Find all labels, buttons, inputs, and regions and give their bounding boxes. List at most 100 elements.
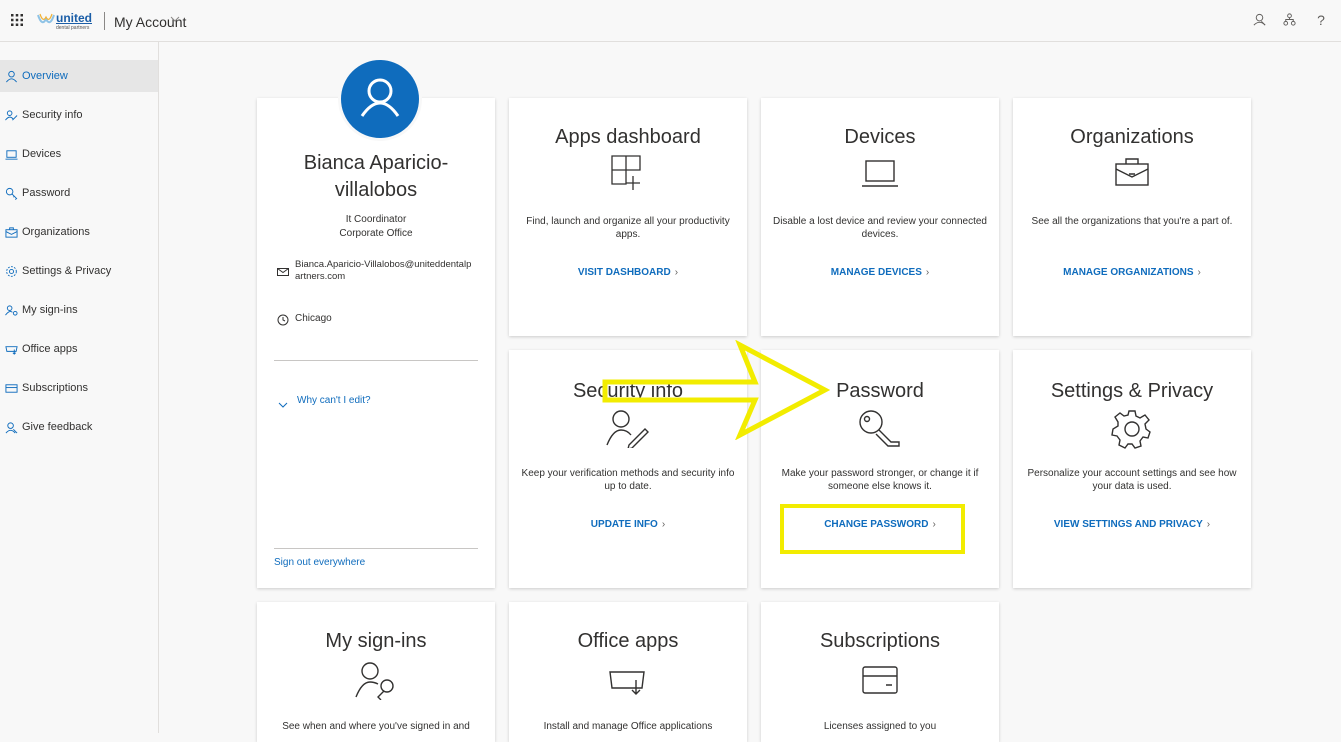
visit-dashboard-link[interactable]: VISIT DASHBOARD ›	[509, 267, 747, 278]
sidebar-item-label: My sign-ins	[22, 304, 78, 316]
person-icon	[4, 69, 18, 83]
card-title: Organizations	[1070, 126, 1194, 148]
location-icon	[277, 313, 289, 331]
feedback-icon[interactable]	[1251, 12, 1267, 28]
sidebar-item-organizations[interactable]: Organizations	[0, 216, 158, 248]
chevron-right-icon: ›	[1197, 267, 1201, 278]
sidebar-item-label: Security info	[22, 109, 83, 121]
annotation-arrow	[602, 340, 830, 440]
briefcase-icon	[4, 225, 18, 239]
signins-icon	[4, 303, 18, 317]
divider	[274, 360, 478, 361]
my-signins-card[interactable]: My sign-ins See when and where you've si…	[257, 602, 495, 742]
card-title: Office apps	[577, 630, 679, 652]
sidebar-item-give-feedback[interactable]: Give feedback	[0, 411, 158, 443]
subscriptions-icon	[4, 381, 18, 395]
key-icon	[4, 186, 18, 200]
card-title: My sign-ins	[325, 630, 427, 652]
gear-icon	[1111, 408, 1153, 455]
link-label: MANAGE DEVICES	[830, 267, 922, 278]
header-divider	[104, 12, 105, 30]
sidebar-item-overview[interactable]: Overview	[0, 60, 158, 92]
signins-icon	[354, 660, 398, 705]
laptop-icon	[4, 147, 18, 161]
sidebar-item-label: Devices	[22, 148, 62, 160]
profile-email: Bianca.Aparicio-Villalobos@uniteddentalp…	[295, 259, 472, 282]
profile-city: Chicago	[295, 313, 332, 324]
link-label: MANAGE ORGANIZATIONS	[1063, 267, 1194, 278]
security-info-icon	[4, 108, 18, 122]
laptop-icon	[860, 158, 900, 195]
card-title: Apps dashboard	[555, 126, 701, 148]
help-icon[interactable]: ?	[1313, 12, 1329, 28]
why-cant-edit-link[interactable]: Why can't I edit?	[297, 395, 371, 406]
chevron-right-icon: ›	[674, 267, 679, 278]
card-description: See all the organizations that you're a …	[1031, 216, 1233, 227]
subscriptions-icon	[860, 664, 900, 701]
link-label: VIEW SETTINGS AND PRIVACY	[1053, 519, 1203, 530]
sidebar-item-devices[interactable]: Devices	[0, 138, 158, 170]
profile-name: Bianca Aparicio-villalobos	[303, 152, 449, 201]
sidebar-item-office-apps[interactable]: Office apps	[0, 333, 158, 365]
chevron-right-icon: ›	[925, 267, 930, 278]
card-title: Subscriptions	[819, 630, 941, 652]
settings-privacy-card[interactable]: Settings & Privacy Personalize your acco…	[1013, 350, 1251, 588]
card-title: Settings & Privacy	[1050, 380, 1214, 402]
sidebar-item-label: Settings & Privacy	[22, 265, 112, 277]
card-description: Keep your verification methods and secur…	[521, 468, 735, 492]
office-apps-icon	[606, 666, 650, 703]
card-description: Find, launch and organize all your produ…	[526, 216, 730, 240]
card-description: Install and manage Office applications	[543, 721, 713, 732]
avatar[interactable]	[338, 57, 422, 141]
manage-devices-link[interactable]: MANAGE DEVICES ›	[761, 267, 999, 278]
feedback-icon	[4, 420, 18, 434]
sidebar-item-label: Overview	[22, 70, 68, 82]
sidebar-item-label: Give feedback	[22, 421, 93, 433]
waffle-icon[interactable]	[10, 13, 24, 27]
apps-dashboard-card[interactable]: Apps dashboard Find, launch and organize…	[509, 98, 747, 336]
chevron-down-icon[interactable]	[278, 396, 288, 414]
sidebar-item-subscriptions[interactable]: Subscriptions	[0, 372, 158, 404]
update-info-link[interactable]: UPDATE INFO ›	[509, 519, 747, 530]
link-label: UPDATE INFO	[590, 519, 658, 530]
card-description: Disable a lost device and review your co…	[772, 216, 987, 240]
devices-card[interactable]: Devices Disable a lost device and review…	[761, 98, 999, 336]
mail-icon	[277, 264, 289, 282]
manage-organizations-link[interactable]: MANAGE ORGANIZATIONS ›	[1013, 267, 1251, 278]
office-apps-card[interactable]: Office apps Install and manage Office ap…	[509, 602, 747, 742]
card-title: Devices	[844, 126, 916, 148]
card-description: Personalize your account settings and se…	[1027, 468, 1237, 492]
org-icon[interactable]	[1281, 12, 1297, 28]
sidebar-item-settings-privacy[interactable]: Settings & Privacy	[0, 255, 158, 287]
sidebar: Overview Security info Devices Password …	[0, 42, 159, 733]
link-label: VISIT DASHBOARD	[577, 267, 671, 278]
key-icon	[857, 408, 903, 455]
chevron-down-icon[interactable]	[170, 14, 180, 27]
sidebar-item-security-info[interactable]: Security info	[0, 99, 158, 131]
profile-department: Corporate Office	[339, 228, 413, 239]
sidebar-item-my-signins[interactable]: My sign-ins	[0, 294, 158, 326]
top-bar: united dental partners My Account ?	[0, 0, 1341, 42]
apps-grid-icon	[610, 154, 646, 195]
divider	[274, 548, 478, 549]
chevron-right-icon: ›	[661, 519, 666, 530]
sidebar-item-label: Office apps	[22, 343, 78, 355]
card-description: See when and where you've signed in and	[282, 721, 470, 732]
subscriptions-card[interactable]: Subscriptions Licenses assigned to you	[761, 602, 999, 742]
annotation-highlight-box	[780, 504, 965, 554]
sign-out-everywhere-link[interactable]: Sign out everywhere	[274, 557, 365, 568]
gear-icon	[4, 264, 18, 278]
office-apps-icon	[4, 342, 18, 356]
brand-subtext: dental partners	[56, 25, 90, 31]
organizations-card[interactable]: Organizations See all the organizations …	[1013, 98, 1251, 336]
card-description: Make your password stronger, or change i…	[781, 468, 979, 492]
view-settings-privacy-link[interactable]: VIEW SETTINGS AND PRIVACY ›	[1013, 519, 1251, 530]
sidebar-item-label: Subscriptions	[22, 382, 89, 394]
sidebar-item-password[interactable]: Password	[0, 177, 158, 209]
brand-text: united	[56, 11, 92, 25]
briefcase-icon	[1114, 156, 1150, 193]
sidebar-item-label: Password	[22, 187, 71, 199]
sidebar-item-label: Organizations	[22, 226, 90, 238]
profile-job-title: It Coordinator	[345, 214, 407, 225]
chevron-right-icon: ›	[1206, 519, 1211, 530]
